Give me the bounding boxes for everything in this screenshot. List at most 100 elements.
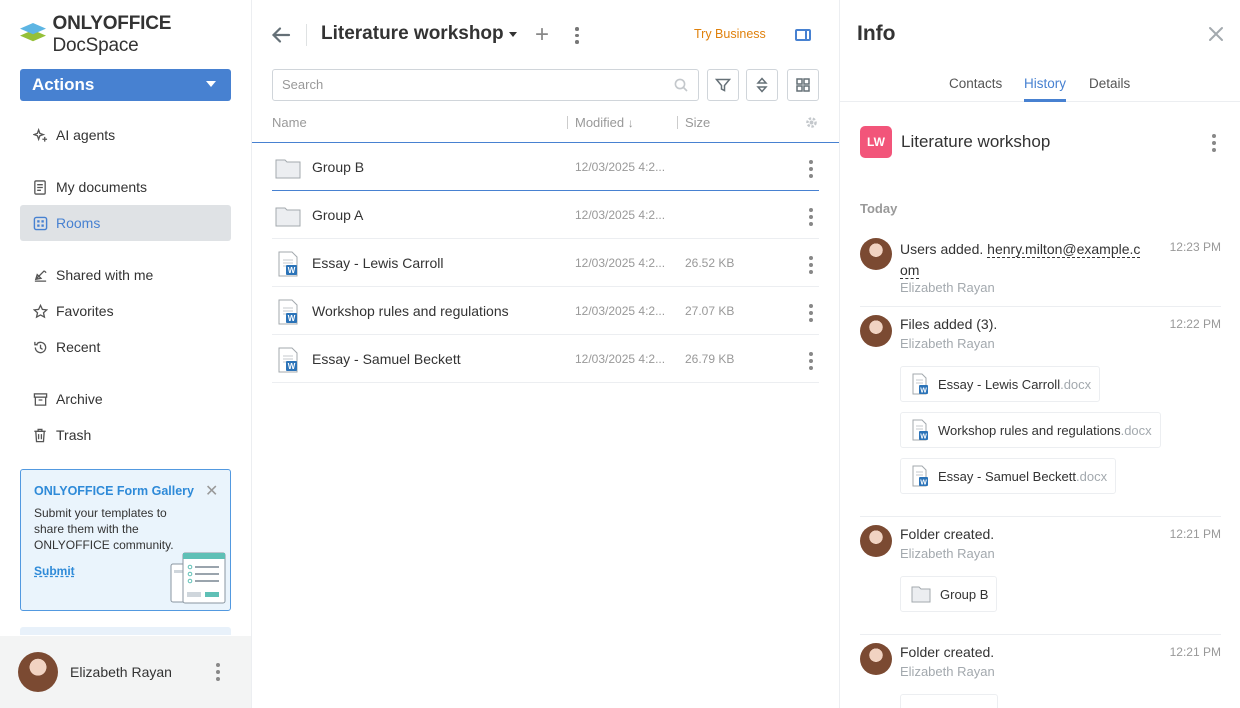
star-icon [32,303,48,319]
more-options-icon[interactable] [1212,134,1216,152]
sidebar: ONLYOFFICE DocSpace Actions AI agents My… [0,0,252,708]
history-author: Elizabeth Rayan [900,336,995,351]
sidebar-item-my-documents[interactable]: My documents [20,169,231,205]
more-options-icon[interactable] [809,304,813,322]
tab-details[interactable]: Details [1089,76,1130,102]
rooms-icon [32,215,48,231]
sort-button[interactable] [746,69,778,101]
history-time: 12:21 PM [1169,645,1221,659]
info-panel-toggle-icon[interactable] [795,29,811,41]
tab-contacts[interactable]: Contacts [949,76,1002,102]
history-author: Elizabeth Rayan [900,280,995,295]
sidebar-item-label: Trash [56,427,92,443]
file-modified: 12/03/2025 4:2... [575,160,666,174]
file-name: Essay - Samuel Beckett [312,351,461,367]
close-icon[interactable]: ✕ [205,484,218,500]
column-header-modified[interactable]: Modified ↓ [575,115,634,130]
file-modified: 12/03/2025 4:2... [575,304,666,318]
history-author: Elizabeth Rayan [900,664,995,679]
file-extension: .docx [1076,468,1108,484]
table-row[interactable]: Group B 12/03/2025 4:2... [272,143,819,191]
history-time: 12:23 PM [1169,240,1221,254]
history-file-chip[interactable]: W Essay - Samuel Beckett .docx [900,458,1117,494]
view-toggle-button[interactable] [787,69,819,101]
table-row[interactable]: W Workshop rules and regulations 12/03/2… [272,287,819,335]
more-options-icon[interactable] [809,256,813,274]
settings-gear-icon[interactable] [805,116,818,129]
sidebar-item-rooms[interactable]: Rooms [20,205,231,241]
column-header-size[interactable]: Size [685,115,710,130]
arrow-down-icon: ↓ [627,116,634,130]
history-divider [860,306,1221,307]
search-input[interactable]: Search [272,69,699,101]
more-options-icon[interactable] [216,663,220,681]
history-file-chip[interactable]: W Workshop rules and regulations .docx [900,412,1161,448]
svg-text:W: W [920,388,927,395]
header-divider [306,24,307,46]
room-title-dropdown[interactable]: Literature workshop [321,23,517,45]
more-options-icon[interactable] [809,352,813,370]
sidebar-item-label: My documents [56,179,148,195]
close-icon[interactable] [1208,26,1224,42]
docx-file-icon: W [912,373,928,395]
filter-button[interactable] [707,69,739,101]
clock-icon [32,339,48,355]
folder-icon [275,207,301,227]
table-row[interactable]: Group A 12/03/2025 4:2... [272,191,819,239]
file-name: Group B [312,159,365,175]
history-folder-chip[interactable] [900,694,998,708]
gallery-text: Submit your templates to share them with… [34,506,174,552]
logo-product: DocSpace [52,35,139,56]
gallery-submit-link[interactable]: Submit [34,564,75,578]
history-file-chip[interactable]: W Essay - Lewis Carroll .docx [900,366,1101,402]
form-gallery-illustration-icon [170,552,226,604]
more-options-icon[interactable] [575,27,579,44]
sparkle-icon [32,127,48,143]
docx-file-icon: W [912,419,928,441]
history-folder-chip[interactable]: Group B [900,576,998,612]
docx-file-icon: W [278,299,298,325]
shared-icon [32,267,48,283]
email-part: henry.milton@example.c [987,241,1141,257]
info-panel: Info Contacts History Details LW Literat… [839,0,1240,708]
history-divider [860,516,1221,517]
sidebar-item-ai-agents[interactable]: AI agents [20,117,231,153]
sidebar-item-favorites[interactable]: Favorites [20,293,231,329]
sidebar-item-shared-with-me[interactable]: Shared with me [20,257,231,293]
actions-button[interactable]: Actions [20,69,231,101]
history-action: Folder created. [900,526,995,542]
history-action: Users added. [900,241,984,257]
sidebar-item-label: AI agents [56,127,116,143]
history-time: 12:21 PM [1169,527,1221,541]
more-options-icon[interactable] [809,160,813,178]
sidebar-item-trash[interactable]: Trash [20,417,231,453]
sidebar-item-archive[interactable]: Archive [20,381,231,417]
history-action: Folder created. [900,644,995,660]
sidebar-item-recent[interactable]: Recent [20,329,231,365]
logo-brand: ONLYOFFICE [52,13,172,34]
sidebar-item-label: Rooms [56,215,101,231]
form-gallery-banner: ONLYOFFICE Form Gallery Submit your temp… [20,469,231,611]
column-header-name[interactable]: Name [272,115,307,130]
plus-icon[interactable]: + [535,23,549,47]
back-arrow-icon[interactable] [270,24,292,46]
column-resize-handle[interactable] [567,116,568,129]
file-extension: .docx [1120,422,1152,438]
try-business-link[interactable]: Try Business [694,27,766,41]
email-part: om [900,262,920,278]
tab-history[interactable]: History [1024,76,1067,102]
more-options-icon[interactable] [809,208,813,226]
user-profile-bar[interactable]: Elizabeth Rayan [0,636,251,708]
history-entry: Files added (3). Elizabeth Rayan 12:22 P… [860,315,1221,517]
history-date-group: Today [860,201,898,216]
table-row[interactable]: W Essay - Samuel Beckett 12/03/2025 4:2.… [272,335,819,383]
filter-icon [715,78,731,92]
logo[interactable]: ONLYOFFICE DocSpace [20,13,251,56]
search-placeholder: Search [282,77,324,92]
sidebar-item-label: Favorites [56,303,114,319]
table-row[interactable]: W Essay - Lewis Carroll 12/03/2025 4:2..… [272,239,819,287]
file-name: Group A [312,207,364,223]
onlyoffice-logo-icon [20,21,46,49]
avatar [18,652,58,692]
column-resize-handle[interactable] [677,116,678,129]
